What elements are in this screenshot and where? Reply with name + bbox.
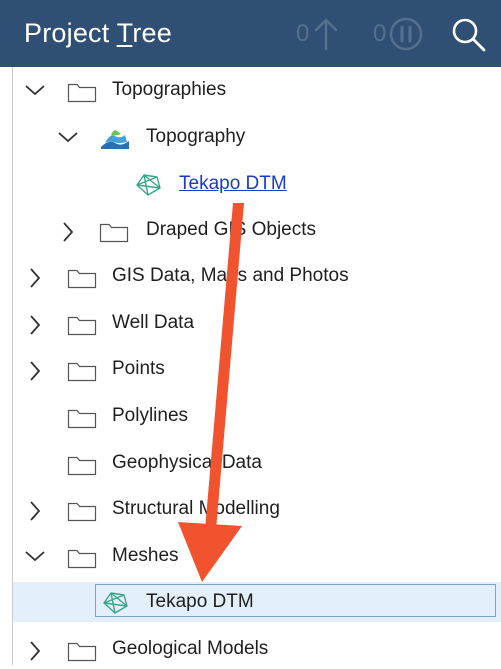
arrow-up-icon bbox=[313, 17, 339, 51]
tree-item-label: Geophysical Data bbox=[112, 452, 262, 473]
folder-icon bbox=[67, 267, 97, 294]
tree-item-meshes[interactable]: Meshes bbox=[13, 536, 501, 576]
panel-title: Project Tree bbox=[24, 18, 172, 48]
chevron-right-icon[interactable] bbox=[27, 314, 43, 341]
folder-icon bbox=[67, 454, 97, 481]
upload-count: 0 bbox=[296, 20, 310, 47]
tree-item-label: Structural Modelling bbox=[112, 498, 280, 519]
folder-icon bbox=[67, 640, 97, 667]
tree-item-draped-gis-objects[interactable]: Draped GIS Objects bbox=[13, 210, 501, 250]
folder-icon bbox=[67, 547, 97, 574]
chevron-down-icon[interactable] bbox=[57, 129, 79, 150]
chevron-right-icon[interactable] bbox=[27, 267, 43, 294]
project-tree: Topographies Topography Tekapo DTM Drape… bbox=[12, 67, 501, 665]
pause-count: 0 bbox=[373, 20, 387, 47]
tree-item-gis-data[interactable]: GIS Data, Maps and Photos bbox=[13, 256, 501, 296]
folder-icon bbox=[67, 81, 97, 108]
tree-item-label: Points bbox=[112, 358, 165, 379]
chevron-right-icon[interactable] bbox=[27, 500, 43, 527]
chevron-down-icon[interactable] bbox=[24, 82, 46, 103]
chevron-right-icon[interactable] bbox=[27, 360, 43, 387]
folder-icon bbox=[67, 407, 97, 434]
search-button[interactable] bbox=[449, 15, 489, 60]
topography-icon bbox=[99, 125, 131, 158]
folder-icon bbox=[99, 221, 129, 248]
folder-icon bbox=[67, 500, 97, 527]
tree-item-polylines[interactable]: Polylines bbox=[13, 396, 501, 436]
chevron-down-icon[interactable] bbox=[24, 548, 46, 569]
search-icon bbox=[449, 18, 489, 59]
tree-item-label: Topographies bbox=[112, 79, 227, 100]
tree-item-tekapo-dtm-mesh[interactable]: Tekapo DTM bbox=[13, 582, 501, 622]
tree-item-geophysical-data[interactable]: Geophysical Data bbox=[13, 443, 501, 483]
tree-item-topography[interactable]: Topography bbox=[13, 117, 501, 157]
tree-item-label: Geological Models bbox=[112, 638, 269, 659]
tree-item-label: Draped GIS Objects bbox=[146, 219, 317, 240]
upload-queue-button[interactable]: 0 bbox=[296, 16, 339, 52]
pause-circle-icon bbox=[388, 16, 424, 52]
mesh-icon bbox=[133, 172, 163, 203]
folder-icon bbox=[67, 360, 97, 387]
tekapo-dtm-link[interactable]: Tekapo DTM bbox=[179, 173, 287, 195]
chevron-right-icon[interactable] bbox=[60, 221, 76, 248]
project-tree-header: Project Tree 0 0 bbox=[0, 0, 501, 67]
tree-item-structural-modelling[interactable]: Structural Modelling bbox=[13, 489, 501, 529]
folder-icon bbox=[67, 314, 97, 341]
tree-item-points[interactable]: Points bbox=[13, 349, 501, 389]
tree-item-label: Polylines bbox=[112, 405, 189, 426]
tree-item-label: Well Data bbox=[112, 312, 195, 333]
tree-item-label: Topography bbox=[146, 126, 246, 147]
tree-item-well-data[interactable]: Well Data bbox=[13, 303, 501, 343]
tree-item-label: GIS Data, Maps and Photos bbox=[112, 265, 349, 286]
tree-item-label: Tekapo DTM bbox=[146, 591, 254, 612]
mesh-icon bbox=[100, 590, 130, 621]
chevron-right-icon[interactable] bbox=[27, 640, 43, 667]
tree-item-topographies[interactable]: Topographies bbox=[13, 70, 501, 110]
tree-item-label: Meshes bbox=[112, 545, 179, 566]
pause-button[interactable]: 0 bbox=[373, 16, 424, 52]
tree-item-geological-models[interactable]: Geological Models bbox=[13, 629, 501, 669]
tree-item-tekapo-dtm-topography[interactable]: Tekapo DTM bbox=[13, 164, 501, 204]
